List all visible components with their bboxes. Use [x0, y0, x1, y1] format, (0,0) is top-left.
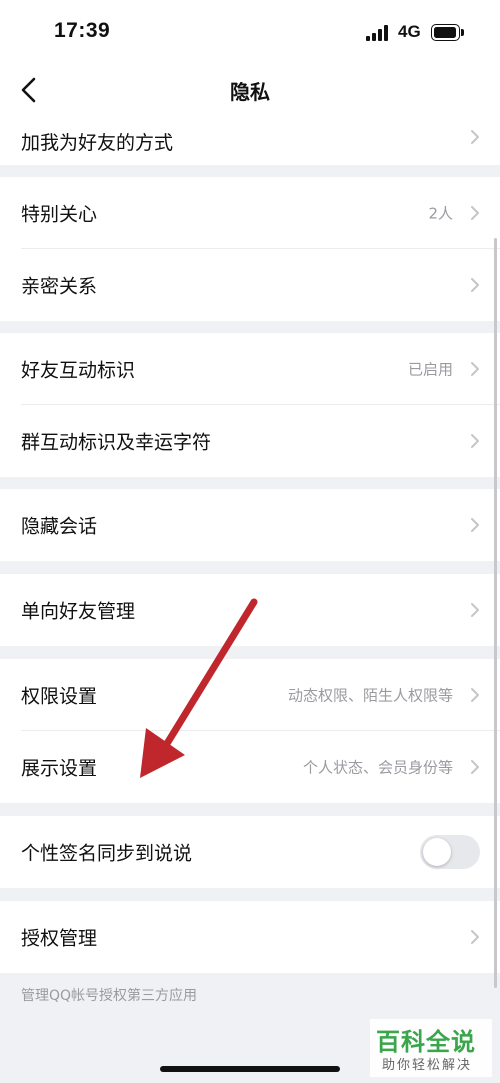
status-time: 17:39	[54, 19, 111, 42]
page-title: 隐私	[230, 80, 270, 104]
chevron-right-icon	[471, 206, 479, 220]
row-label: 特别关心	[21, 203, 98, 226]
row-label: 权限设置	[21, 685, 98, 708]
row-authorization-management[interactable]: 授权管理	[0, 901, 500, 973]
row-value: 2人	[428, 204, 453, 223]
network-type: 4G	[398, 22, 421, 41]
row-label: 隐藏会话	[21, 515, 98, 538]
row-add-friend-method[interactable]: 加我为好友的方式	[0, 116, 500, 165]
row-label: 单向好友管理	[21, 600, 136, 623]
watermark-main: 百科全说	[376, 1028, 476, 1056]
row-label: 授权管理	[21, 927, 98, 950]
row-value: 动态权限、陌生人权限等	[287, 686, 453, 705]
row-signature-sync: 个性签名同步到说说	[0, 816, 500, 888]
chevron-right-icon	[471, 130, 479, 144]
watermark-sub: 助你轻松解决	[382, 1058, 473, 1073]
row-label: 好友互动标识	[21, 359, 136, 382]
toggle-knob	[423, 838, 451, 866]
row-permission-settings[interactable]: 权限设置 动态权限、陌生人权限等	[0, 659, 500, 731]
chevron-right-icon	[471, 278, 479, 292]
row-intimate-relationship[interactable]: 亲密关系	[0, 249, 500, 321]
row-label: 个性签名同步到说说	[21, 842, 193, 865]
scrollbar[interactable]	[494, 238, 497, 988]
chevron-right-icon	[471, 518, 479, 532]
row-special-care[interactable]: 特别关心 2人	[0, 177, 500, 249]
chevron-right-icon	[471, 434, 479, 448]
chevron-right-icon	[471, 603, 479, 617]
watermark-logo: 百科全说 助你轻松解决	[370, 1019, 492, 1077]
status-bar: 17:39 4G	[0, 0, 500, 66]
home-indicator[interactable]	[160, 1066, 340, 1072]
battery-icon	[431, 24, 464, 41]
row-group-interaction-badges[interactable]: 群互动标识及幸运字符	[0, 405, 500, 477]
chevron-right-icon	[471, 760, 479, 774]
chevron-right-icon	[471, 930, 479, 944]
row-hidden-chats[interactable]: 隐藏会话	[0, 489, 500, 561]
row-one-way-friends[interactable]: 单向好友管理	[0, 574, 500, 646]
authorization-footnote: 管理QQ帐号授权第三方应用	[21, 988, 198, 1004]
row-friend-interaction-badges[interactable]: 好友互动标识 已启用	[0, 333, 500, 405]
row-label: 加我为好友的方式	[21, 132, 174, 154]
row-value: 已启用	[407, 360, 453, 379]
row-label: 展示设置	[21, 757, 98, 780]
row-display-settings[interactable]: 展示设置 个人状态、会员身份等	[0, 731, 500, 803]
row-label: 亲密关系	[21, 275, 98, 298]
row-value: 个人状态、会员身份等	[302, 758, 453, 777]
signature-sync-toggle[interactable]	[420, 835, 480, 869]
chevron-right-icon	[471, 688, 479, 702]
chevron-right-icon	[471, 362, 479, 376]
signal-icon	[366, 25, 388, 41]
nav-bar: 隐私	[0, 66, 500, 116]
row-label: 群互动标识及幸运字符	[21, 431, 212, 454]
